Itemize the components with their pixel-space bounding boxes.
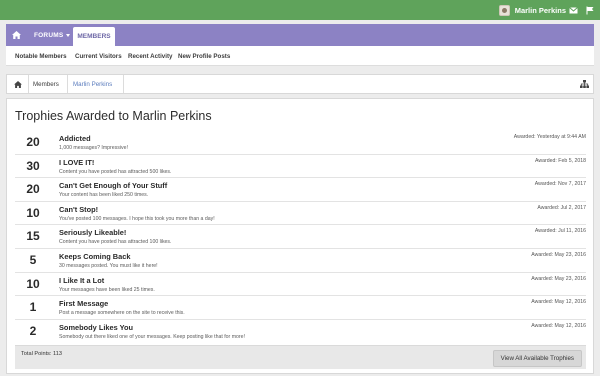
- trophy-row: 1 First Message Post a message somewhere…: [15, 296, 586, 320]
- trophy-description: Content you have posted has attracted 10…: [59, 239, 172, 246]
- trophy-description: Somebody out there liked one of your mes…: [59, 333, 245, 340]
- trophy-row: 2 Somebody Likes You Somebody out there …: [15, 320, 586, 344]
- trophy-description: 30 messages posted. You must like it her…: [59, 262, 158, 269]
- trophy-name: Somebody Likes You: [59, 322, 134, 332]
- trophy-list: 20 Addicted 1,000 messages? Impressive! …: [15, 131, 586, 343]
- sitemap-icon[interactable]: [580, 75, 589, 93]
- avatar: [498, 4, 510, 16]
- tab-forums-label: FORUMS: [34, 31, 64, 39]
- trophy-points: 10: [26, 205, 40, 220]
- trophy-description: Content you have posted has attracted 50…: [59, 168, 172, 175]
- breadcrumb-separator: [67, 75, 68, 93]
- trophy-awarded-date: Awarded: Yesterday at 9:44 AM: [513, 134, 586, 140]
- tab-members[interactable]: MEMBERS: [73, 27, 115, 46]
- trophy-points: 10: [26, 276, 40, 291]
- username: Marlin Perkins: [514, 5, 566, 15]
- trophy-points: 2: [29, 323, 37, 338]
- trophy-awarded-date: Awarded: Jul 2, 2017: [537, 204, 586, 211]
- trophy-points: 15: [26, 229, 40, 244]
- trophy-awarded-date: Awarded: May 12, 2016: [531, 322, 586, 329]
- trophy-row: 20 Can't Get Enough of Your Stuff Your c…: [15, 178, 586, 202]
- trophy-row: 20 Addicted 1,000 messages? Impressive! …: [15, 131, 586, 155]
- trophy-row: 10 Can't Stop! You've posted 100 message…: [15, 202, 586, 226]
- view-all-trophies-button[interactable]: View All Available Trophies: [492, 350, 582, 367]
- trophy-awarded-date: Awarded: Feb 5, 2018: [535, 157, 586, 164]
- breadcrumb-members[interactable]: Members: [33, 75, 59, 93]
- trophy-row: 30 I LOVE IT! Content you have posted ha…: [15, 155, 586, 179]
- top-bar: Marlin Perkins: [0, 0, 600, 20]
- page-title: Trophies Awarded to Marlin Perkins: [15, 109, 212, 123]
- breadcrumb-separator: [123, 75, 124, 93]
- home-icon: [13, 80, 22, 88]
- subnav-notable-members[interactable]: Notable Members: [15, 46, 67, 66]
- trophy-description: 1,000 messages? Impressive!: [59, 145, 128, 151]
- envelope-icon[interactable]: [569, 0, 578, 20]
- home-icon: [11, 31, 21, 39]
- trophy-row: 10 I Like It a Lot Your messages have be…: [15, 273, 586, 297]
- trophy-name: I Like It a Lot: [59, 275, 105, 285]
- chevron-down-icon: [66, 33, 71, 37]
- trophy-name: Keeps Coming Back: [59, 251, 131, 261]
- trophy-description: Your messages have been liked 25 times.: [59, 286, 155, 293]
- trophy-description: You've posted 100 messages. I hope this …: [59, 215, 215, 222]
- trophy-awarded-date: Awarded: May 23, 2016: [531, 251, 586, 258]
- trophy-description: Your content has been liked 250 times.: [59, 192, 149, 199]
- trophy-points: 1: [29, 300, 37, 315]
- trophy-row: 5 Keeps Coming Back 30 messages posted. …: [15, 249, 586, 273]
- breadcrumb: Members Marlin Perkins: [6, 74, 594, 94]
- trophy-name: Addicted: [59, 134, 91, 143]
- trophy-awarded-date: Awarded: May 12, 2016: [531, 299, 586, 306]
- trophy-awarded-date: Awarded: May 23, 2016: [531, 275, 586, 282]
- trophy-name: I LOVE IT!: [59, 157, 95, 167]
- trophy-name: First Message: [59, 299, 109, 309]
- trophies-panel: Trophies Awarded to Marlin Perkins 20 Ad…: [6, 98, 594, 374]
- user-menu[interactable]: Marlin Perkins: [498, 0, 566, 20]
- total-points: Total Points: 113: [21, 351, 62, 357]
- trophy-description: Post a message somewhere on the site to …: [59, 310, 185, 317]
- trophy-name: Can't Get Enough of Your Stuff: [59, 181, 168, 191]
- trophy-points: 20: [26, 182, 40, 197]
- trophies-footer: Total Points: 113 View All Available Tro…: [15, 345, 586, 369]
- main-nav: FORUMS MEMBERS: [6, 24, 594, 46]
- breadcrumb-current[interactable]: Marlin Perkins: [73, 75, 112, 93]
- sub-nav: Notable Members Current Visitors Recent …: [6, 46, 594, 66]
- trophy-row: 15 Seriously Likeable! Content you have …: [15, 225, 586, 249]
- trophy-name: Seriously Likeable!: [59, 228, 127, 238]
- trophy-points: 30: [26, 158, 40, 173]
- subnav-recent-activity[interactable]: Recent Activity: [128, 46, 172, 66]
- tab-forums[interactable]: FORUMS: [26, 24, 78, 46]
- breadcrumb-home[interactable]: [7, 75, 29, 93]
- trophy-awarded-date: Awarded: Jul 11, 2016: [534, 228, 586, 235]
- trophy-points: 20: [26, 135, 40, 149]
- flag-icon[interactable]: [586, 0, 594, 20]
- subnav-current-visitors[interactable]: Current Visitors: [75, 46, 122, 66]
- trophy-points: 5: [29, 252, 37, 267]
- trophy-name: Can't Stop!: [59, 204, 99, 214]
- subnav-new-profile-posts[interactable]: New Profile Posts: [178, 46, 230, 66]
- trophy-awarded-date: Awarded: Nov 7, 2017: [534, 181, 586, 188]
- tab-members-label: MEMBERS: [77, 33, 111, 40]
- nav-home[interactable]: [6, 24, 26, 46]
